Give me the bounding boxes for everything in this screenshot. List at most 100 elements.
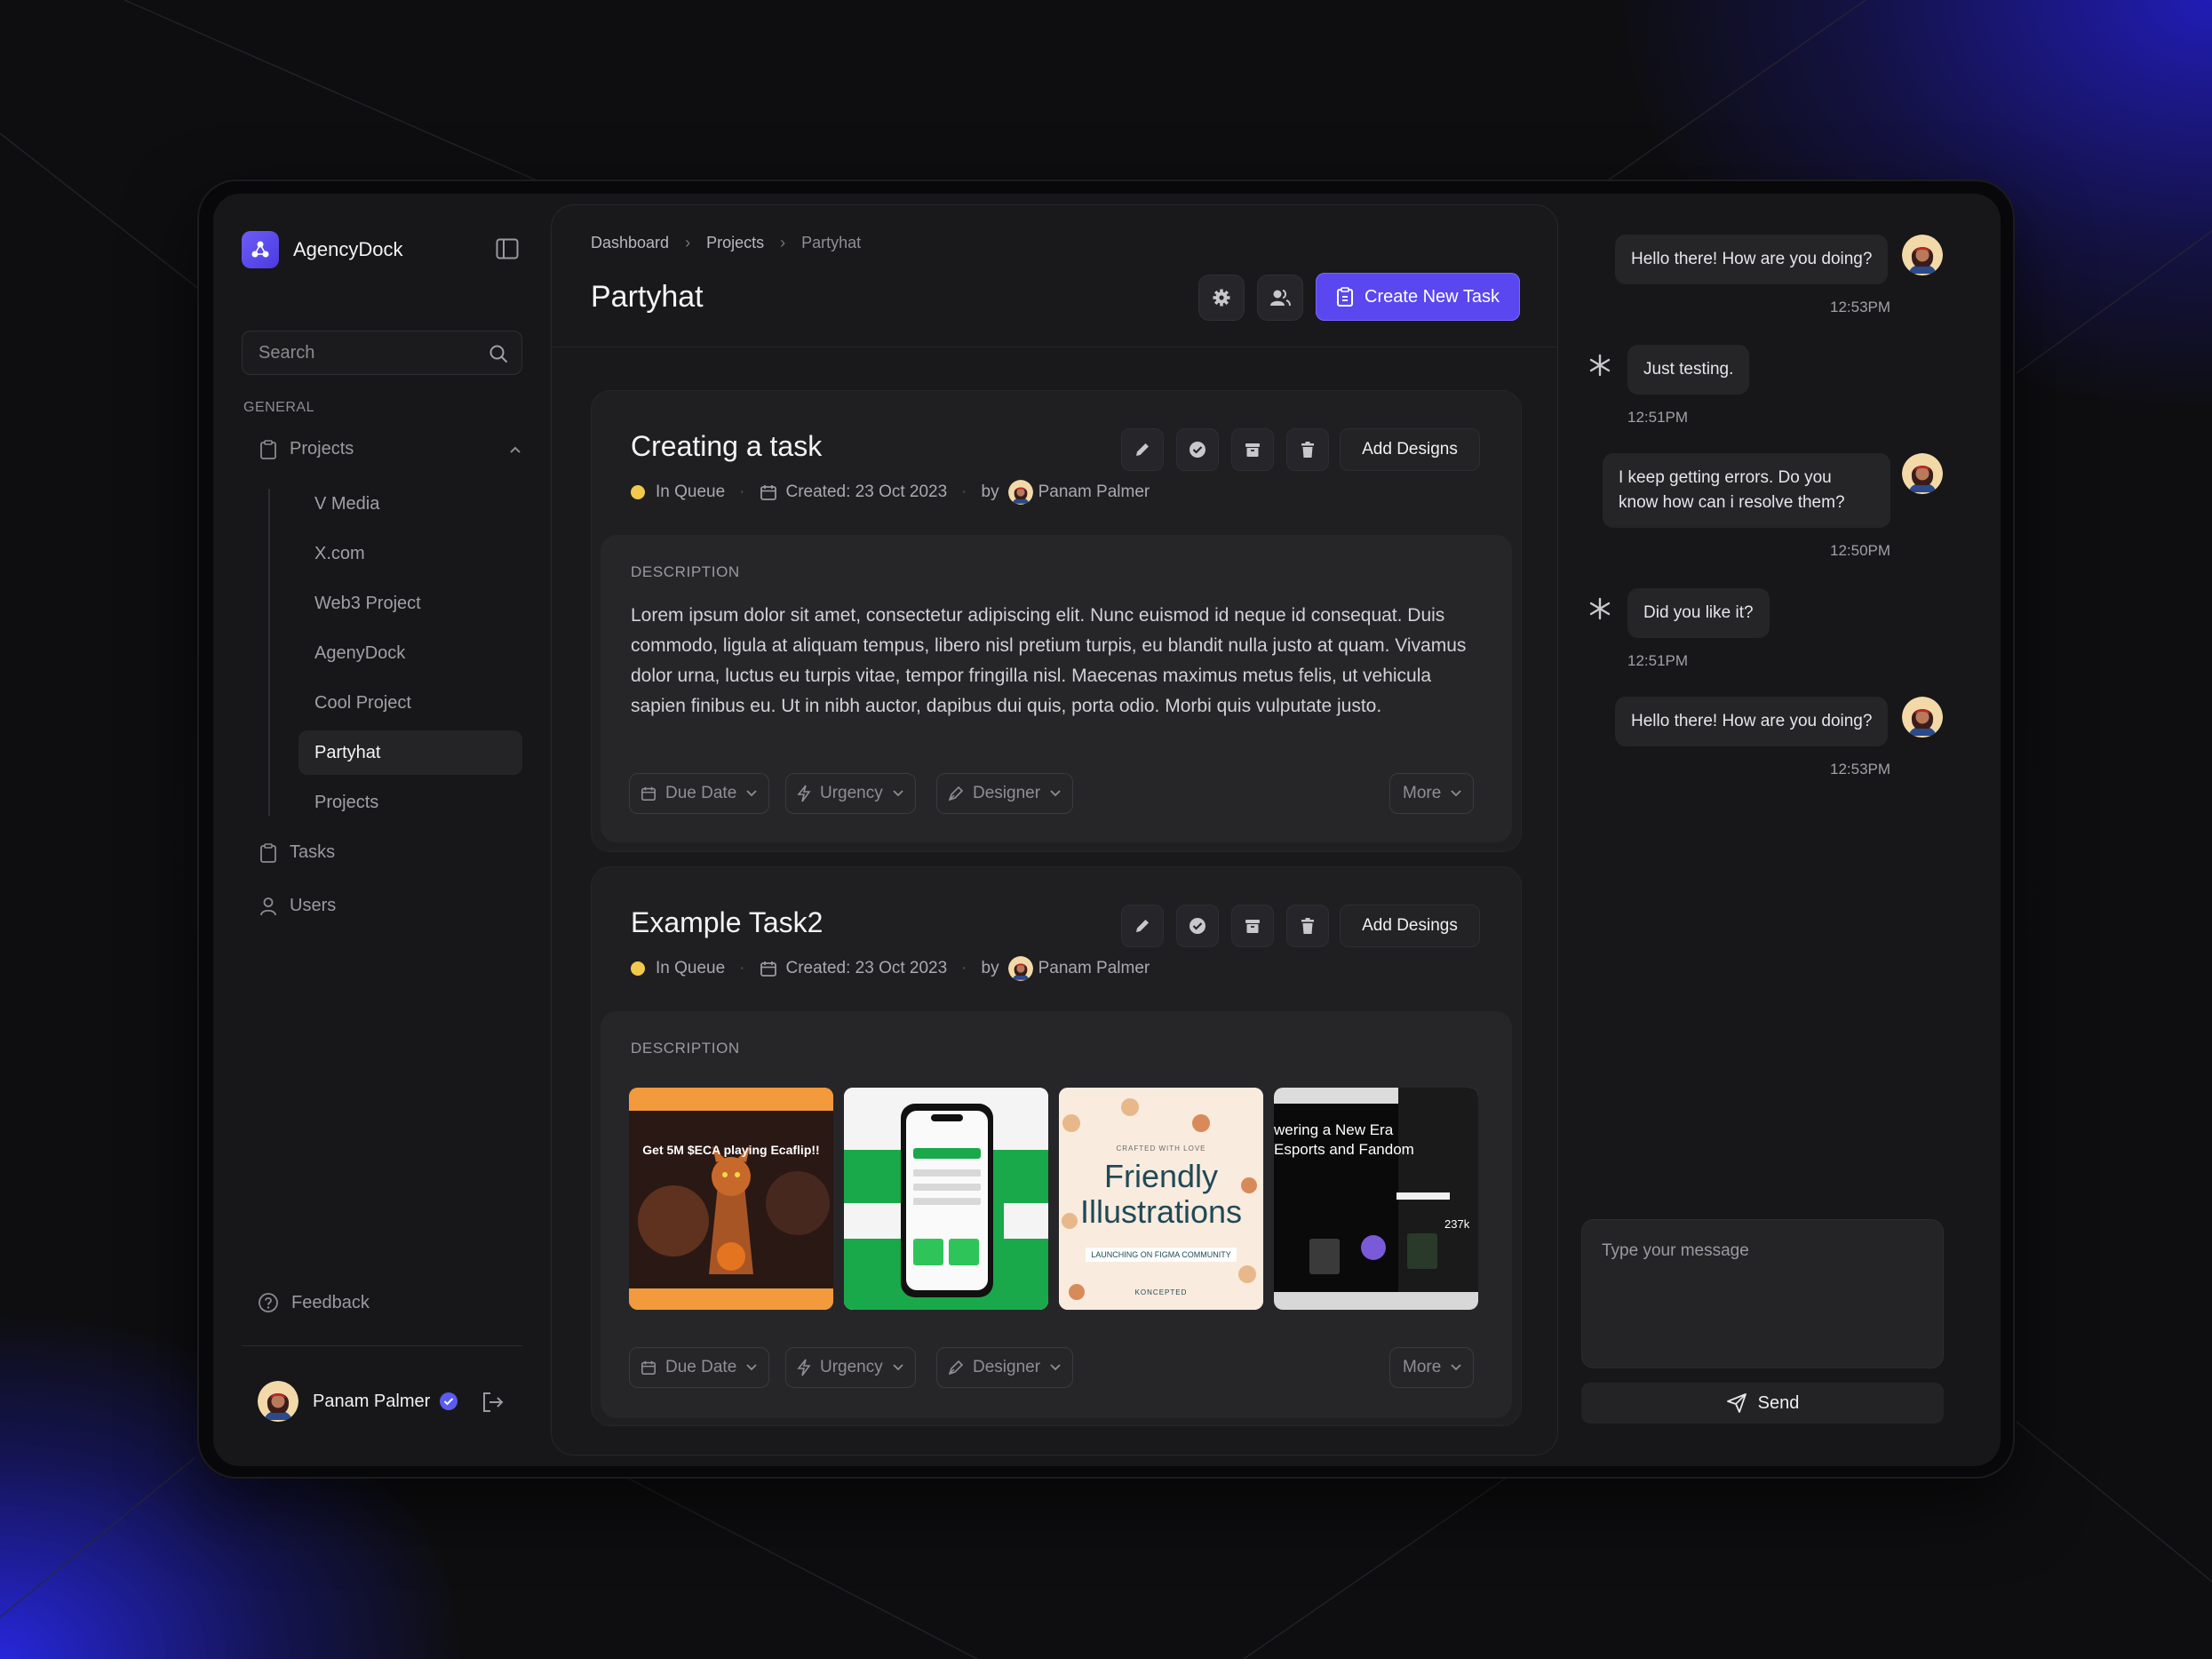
message-input[interactable] bbox=[1602, 1241, 1923, 1346]
task-card: Example Task2 Add Desings In Queue · Cre… bbox=[591, 866, 1522, 1426]
chevron-down-icon bbox=[893, 790, 903, 797]
description-text: Lorem ipsum dolor sit amet, consectetur … bbox=[631, 605, 1467, 716]
chevron-right-icon: › bbox=[780, 234, 786, 251]
chevron-right-icon: › bbox=[685, 234, 691, 251]
breadcrumb-dashboard[interactable]: Dashboard bbox=[591, 234, 669, 252]
users-icon bbox=[1270, 290, 1291, 307]
check-circle-icon bbox=[1190, 442, 1205, 458]
clipboard-plus-icon bbox=[1337, 287, 1354, 307]
author-avatar bbox=[1007, 480, 1033, 505]
archive-task-button[interactable] bbox=[1231, 428, 1274, 471]
complete-task-button[interactable] bbox=[1176, 905, 1219, 947]
delete-task-button[interactable] bbox=[1286, 428, 1329, 471]
sidebar-subitem-partyhat[interactable]: Partyhat bbox=[298, 730, 522, 775]
illustrations-footer: LAUNCHING ON FIGMA COMMUNITY bbox=[1086, 1248, 1237, 1262]
chevron-down-icon bbox=[746, 1364, 757, 1371]
sidebar: AgencyDock GENERAL Projects V Media X.co… bbox=[213, 194, 551, 1466]
esports-thumbnail[interactable]: wering a New Era Esports and Fandom 237k bbox=[1274, 1088, 1478, 1310]
sidebar-item-users[interactable]: Users bbox=[259, 896, 336, 916]
page-title: Partyhat bbox=[591, 280, 704, 314]
archive-task-button[interactable] bbox=[1231, 905, 1274, 947]
calendar-icon bbox=[760, 485, 776, 500]
more-dropdown[interactable]: More bbox=[1389, 1347, 1475, 1388]
due-date-dropdown[interactable]: Due Date bbox=[629, 1347, 770, 1388]
bot-asterisk-icon bbox=[1585, 350, 1615, 380]
search-input[interactable] bbox=[259, 342, 481, 363]
sidebar-collapse-icon[interactable] bbox=[496, 238, 519, 259]
chevron-down-icon bbox=[1451, 1364, 1461, 1371]
sidebar-item-tasks[interactable]: Tasks bbox=[259, 842, 335, 863]
koncepted-brand: KONCEPTED bbox=[1134, 1288, 1188, 1296]
avatar bbox=[1902, 235, 1943, 275]
due-date-dropdown[interactable]: Due Date bbox=[629, 773, 770, 814]
sidebar-subitem-cool-project[interactable]: Cool Project bbox=[298, 681, 522, 725]
esports-headline-1: wering a New Era bbox=[1274, 1121, 1394, 1138]
chip-label: Designer bbox=[973, 784, 1041, 802]
feedback-link[interactable]: Feedback bbox=[258, 1292, 370, 1313]
breadcrumb-projects[interactable]: Projects bbox=[706, 234, 764, 252]
app-name: AgencyDock bbox=[293, 238, 403, 260]
task-title: Creating a task bbox=[631, 430, 823, 462]
designer-dropdown[interactable]: Designer bbox=[936, 1347, 1074, 1388]
chip-label: Urgency bbox=[820, 1358, 883, 1376]
send-label: Send bbox=[1757, 1392, 1800, 1413]
edit-task-button[interactable] bbox=[1121, 428, 1164, 471]
description-label: DESCRIPTION bbox=[631, 563, 740, 580]
task-meta: In Queue · Created: 23 Oct 2023 · by Pan… bbox=[631, 956, 1150, 981]
avatar bbox=[258, 1381, 298, 1422]
description-label: DESCRIPTION bbox=[631, 1040, 740, 1057]
delete-task-button[interactable] bbox=[1286, 905, 1329, 947]
page-header: Dashboard › Projects › Partyhat Partyhat… bbox=[552, 205, 1557, 347]
task-card: Creating a task Add Designs In Queue · C… bbox=[591, 390, 1522, 852]
user-profile[interactable]: Panam Palmer bbox=[258, 1381, 458, 1422]
main-panel: Dashboard › Projects › Partyhat Partyhat… bbox=[551, 204, 1558, 1456]
more-dropdown[interactable]: More bbox=[1389, 773, 1475, 814]
sidebar-subitem-web3-project[interactable]: Web3 Project bbox=[298, 581, 522, 626]
author-avatar bbox=[1007, 956, 1033, 981]
chip-label: Designer bbox=[973, 1358, 1041, 1376]
add-designs-button[interactable]: Add Desings bbox=[1340, 905, 1480, 947]
urgency-dropdown[interactable]: Urgency bbox=[785, 1347, 916, 1388]
trash-icon bbox=[1301, 918, 1314, 934]
message-time: 12:53PM bbox=[1830, 761, 1891, 778]
settings-button[interactable] bbox=[1198, 275, 1245, 321]
status-dot bbox=[631, 485, 645, 499]
edit-task-button[interactable] bbox=[1121, 905, 1164, 947]
chevron-down-icon bbox=[746, 790, 757, 797]
complete-task-button[interactable] bbox=[1176, 428, 1219, 471]
friendly-illustrations-thumbnail[interactable]: CRAFTED WITH LOVE Friendly Illustrations… bbox=[1059, 1088, 1263, 1310]
bot-asterisk-icon bbox=[1585, 594, 1615, 624]
app-window: AgencyDock GENERAL Projects V Media X.co… bbox=[213, 194, 2001, 1466]
designer-dropdown[interactable]: Designer bbox=[936, 773, 1074, 814]
create-new-task-label: Create New Task bbox=[1365, 286, 1500, 307]
create-new-task-button[interactable]: Create New Task bbox=[1316, 273, 1520, 321]
chevron-up-icon[interactable] bbox=[508, 444, 522, 455]
sidebar-subitem-v-media[interactable]: V Media bbox=[298, 482, 522, 526]
status-dot bbox=[631, 961, 645, 976]
search-icon[interactable] bbox=[488, 343, 509, 369]
send-icon bbox=[1726, 1393, 1747, 1413]
breadcrumb: Dashboard › Projects › Partyhat bbox=[591, 234, 861, 252]
urgency-dropdown[interactable]: Urgency bbox=[785, 773, 916, 814]
agencydock-logo-icon bbox=[242, 231, 279, 268]
send-button[interactable]: Send bbox=[1581, 1383, 1944, 1424]
add-designs-button[interactable]: Add Designs bbox=[1340, 428, 1480, 471]
bolt-icon bbox=[797, 1359, 811, 1376]
check-circle-icon bbox=[1190, 918, 1205, 934]
ecaflip-thumbnail[interactable]: Get 5M $ECA playing Ecaflip!! bbox=[629, 1088, 833, 1310]
sidebar-subitem-projects[interactable]: Projects bbox=[298, 780, 522, 825]
brand[interactable]: AgencyDock bbox=[242, 231, 403, 268]
author-name[interactable]: Panam Palmer bbox=[1038, 483, 1150, 502]
author-name[interactable]: Panam Palmer bbox=[1038, 959, 1150, 978]
user-icon bbox=[260, 897, 276, 915]
wallet-app-thumbnail[interactable] bbox=[844, 1088, 1048, 1310]
message-input-box bbox=[1581, 1219, 1944, 1368]
sidebar-subitem-agenydock[interactable]: AgenyDock bbox=[298, 631, 522, 675]
chip-label: Due Date bbox=[665, 1358, 737, 1376]
members-button[interactable] bbox=[1257, 275, 1303, 321]
sidebar-subitem-x-com[interactable]: X.com bbox=[298, 531, 522, 576]
logout-icon[interactable] bbox=[481, 1392, 505, 1417]
sidebar-item-projects[interactable]: Projects bbox=[259, 439, 522, 459]
by-label: by bbox=[981, 959, 999, 977]
chevron-down-icon bbox=[893, 1364, 903, 1371]
